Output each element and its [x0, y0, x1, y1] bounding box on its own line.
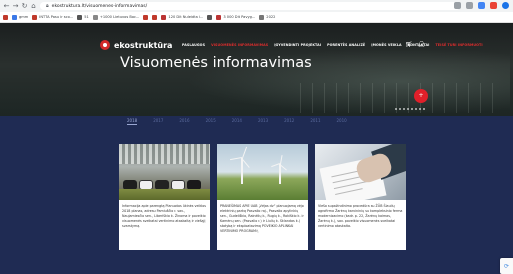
tab-year-2013[interactable]: 2013	[258, 118, 268, 125]
bookmark-item[interactable]: 2022	[259, 14, 275, 20]
extension-icon[interactable]	[490, 2, 497, 9]
slider-dot[interactable]	[423, 108, 425, 110]
slider-dot[interactable]	[407, 108, 409, 110]
nav-tools: 🛒︎ 👤︎	[405, 41, 425, 48]
nav-item-visuomenes-informavimas[interactable]: VISUOMENĖS INFORMAVIMAS	[211, 43, 268, 47]
bookmark-favicon-icon	[143, 14, 149, 20]
bookmark-favicon-icon	[216, 14, 222, 20]
bookmark-favicon-icon	[77, 14, 83, 20]
forward-icon[interactable]: →	[11, 1, 20, 11]
news-card[interactable]: Viešo supažindinimo procedūra su ŽŪB Šia…	[315, 144, 406, 250]
bookmark-item[interactable]	[143, 14, 149, 20]
slider-dots	[395, 108, 425, 110]
address-bar[interactable]: 🔒︎ ekostruktura.lt/visuomenes-informavim…	[40, 2, 460, 10]
nav-item-teise[interactable]: TEISĖ TURI INFORMUOTI	[435, 43, 482, 47]
tab-year-2015[interactable]: 2015	[206, 118, 216, 125]
bookmark-item[interactable]: 120 Dit Nuleidta i...	[161, 14, 203, 20]
browser-toolbar: ← → ↻ ⌂ 🔒︎ ekostruktura.lt/visuomenes-in…	[0, 0, 513, 12]
bookmark-item[interactable]: INTTA Pasu ir sco...	[32, 14, 73, 20]
recaptcha-badge-icon[interactable]: ⟳	[500, 258, 513, 274]
logo-icon	[100, 40, 110, 50]
user-icon[interactable]: 👤︎	[418, 41, 426, 48]
slider-dot[interactable]	[399, 108, 401, 110]
tab-year-2012[interactable]: 2012	[284, 118, 294, 125]
home-icon[interactable]: ⌂	[29, 1, 38, 11]
tab-year-2014[interactable]: 2014	[232, 118, 242, 125]
bookmark-favicon-icon	[32, 14, 38, 20]
bookmark-item[interactable]	[152, 14, 158, 20]
news-cards: Informacija apie parengtą Planuotos ūkin…	[119, 144, 406, 250]
slider-dot[interactable]	[419, 108, 421, 110]
url-text: ekostruktura.lt/visuomenes-informavimas/	[51, 3, 148, 9]
back-icon[interactable]: ←	[2, 1, 11, 11]
bookmark-apps-icon[interactable]	[3, 14, 8, 20]
slider-dot[interactable]	[403, 108, 405, 110]
main-nav: PASLAUGOS VISUOMENĖS INFORMAVIMAS ĮGYVEN…	[182, 43, 483, 47]
bookmark-item[interactable]: 51	[77, 14, 89, 20]
profile-icon[interactable]	[502, 2, 509, 9]
tab-year-2016[interactable]: 2016	[179, 118, 189, 125]
year-tabs: 2018 2017 2016 2015 2014 2013 2012 2011 …	[127, 118, 347, 125]
tab-year-2011[interactable]: 2011	[310, 118, 320, 125]
lock-icon: 🔒︎	[46, 3, 49, 9]
news-card[interactable]: Informacija apie parengtą Planuotos ūkin…	[119, 144, 210, 250]
site-logo[interactable]: ekostruktūra	[100, 40, 172, 50]
bookmark-item[interactable]	[207, 14, 213, 20]
slider-dot[interactable]	[415, 108, 417, 110]
slider-dot[interactable]	[395, 108, 397, 110]
tab-year-2018[interactable]: 2018	[127, 118, 138, 125]
bookmark-favicon-icon	[12, 14, 17, 20]
website: ekostruktūra PASLAUGOS VISUOMENĖS INFORM…	[0, 23, 513, 274]
card-image-signing-document[interactable]	[315, 144, 406, 200]
card-text: PRANEŠIMAS APIE UAB „Vėjas dv“ planuojam…	[220, 204, 304, 233]
card-image-barn[interactable]	[119, 144, 210, 200]
bookmark-favicon-icon	[161, 14, 167, 20]
bookmark-favicon-icon	[259, 14, 265, 20]
page-title: Visuomenės informavimas	[120, 55, 312, 71]
card-image-wind-turbines[interactable]	[217, 144, 308, 200]
hero-banner: ekostruktūra PASLAUGOS VISUOMENĖS INFORM…	[0, 23, 513, 116]
extension-icon[interactable]	[454, 2, 461, 9]
card-text: Informacija apie parengtą Planuotos ūkin…	[122, 204, 207, 228]
nav-item-paslaugos[interactable]: PASLAUGOS	[182, 43, 205, 47]
nav-item-imones-veikla[interactable]: ĮMONĖS VEIKLA	[371, 43, 401, 47]
extension-icons	[454, 2, 509, 9]
bookmark-item[interactable]: gmm	[12, 14, 28, 20]
extension-icon[interactable]	[478, 2, 485, 9]
bookmarks-bar: gmm INTTA Pasu ir sco... 51 +1000 Lietuv…	[0, 12, 513, 23]
logo-text: ekostruktūra	[114, 40, 173, 50]
news-card[interactable]: PRANEŠIMAS APIE UAB „Vėjas dv“ planuojam…	[217, 144, 308, 250]
tab-year-2010[interactable]: 2010	[337, 118, 347, 125]
bookmark-item[interactable]: 3 000 Dit Pavyg...	[216, 14, 255, 20]
nav-item-analize[interactable]: PORENTĖS ANALIZĖ	[327, 43, 365, 47]
cart-icon[interactable]: 🛒︎	[405, 41, 413, 48]
extension-icon[interactable]	[466, 2, 473, 9]
bookmark-favicon-icon	[92, 14, 98, 20]
bookmark-favicon-icon	[207, 14, 213, 20]
slider-dot[interactable]	[411, 108, 413, 110]
add-button[interactable]: +	[414, 89, 428, 103]
tab-year-2017[interactable]: 2017	[153, 118, 163, 125]
card-text: Viešo supažindinimo procedūra su ŽŪB Šia…	[318, 204, 403, 228]
bookmark-item[interactable]: +1000 Lietuvos Boc...	[92, 14, 139, 20]
reload-icon[interactable]: ↻	[20, 1, 29, 11]
nav-item-projektai[interactable]: ĮGYVENDINTI PROJEKTAI	[274, 43, 321, 47]
bookmark-favicon-icon	[152, 14, 158, 20]
